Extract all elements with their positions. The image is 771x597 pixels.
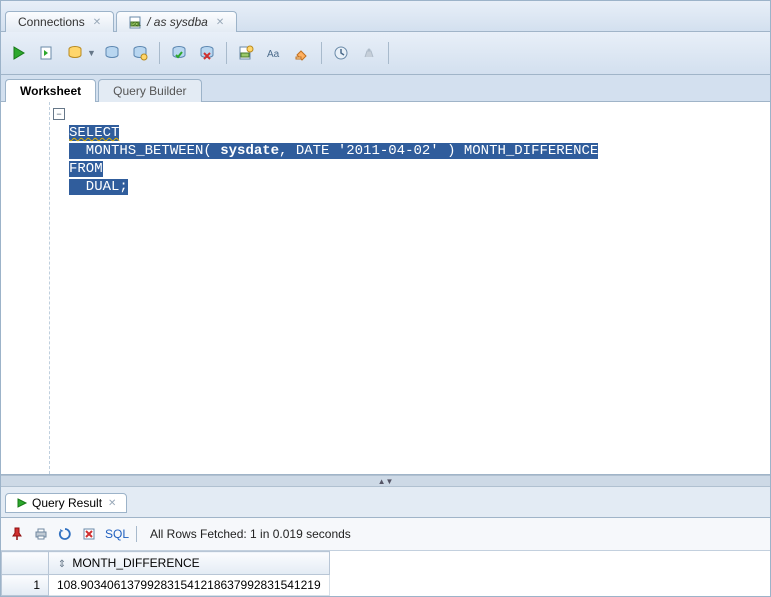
cancel-button[interactable] — [79, 524, 99, 544]
sql-tuning-button[interactable] — [128, 41, 152, 65]
sql-file-icon: SQL — [129, 15, 143, 29]
sql-code: SELECT MONTHS_BETWEEN( sysdate, DATE '20… — [69, 106, 766, 214]
history-button[interactable] — [329, 41, 353, 65]
table-row[interactable]: 1 108.9034061379928315412186379928315412… — [2, 575, 330, 596]
pin-button[interactable] — [7, 524, 27, 544]
row-number-cell: 1 — [2, 575, 49, 596]
sort-icon: ⇕ — [57, 559, 67, 570]
sql-editor[interactable]: − SELECT MONTHS_BETWEEN( sysdate, DATE '… — [1, 102, 770, 475]
toolbar-separator — [226, 42, 227, 64]
tab-worksheet[interactable]: Worksheet — [5, 79, 96, 102]
main-toolbar: ▼ Aa — [1, 32, 770, 75]
tab-label: / as sysdba — [147, 15, 208, 29]
autotrace-button[interactable] — [100, 41, 124, 65]
explain-plan-button[interactable] — [63, 41, 87, 65]
settings-button[interactable] — [357, 41, 381, 65]
toolbar-separator — [136, 526, 137, 542]
app-root: { "tabs": { "connections": { "label": "C… — [0, 0, 771, 597]
close-icon[interactable]: ✕ — [108, 498, 116, 509]
column-label: MONTH_DIFFERENCE — [72, 556, 199, 570]
column-header[interactable]: ⇕ MONTH_DIFFERENCE — [49, 552, 330, 575]
code-line-4: DUAL; — [69, 179, 128, 195]
tab-label: Connections — [18, 15, 85, 29]
close-icon[interactable]: ✕ — [93, 17, 101, 28]
run-script-button[interactable] — [35, 41, 59, 65]
tab-connections[interactable]: Connections ✕ — [5, 11, 114, 32]
top-tab-bar: Connections ✕ SQL / as sysdba ✕ — [1, 1, 770, 32]
tab-label: Query Builder — [113, 84, 186, 98]
commit-button[interactable] — [167, 41, 191, 65]
toolbar-separator — [321, 42, 322, 64]
tab-label: Worksheet — [20, 84, 81, 98]
fetch-status: All Rows Fetched: 1 in 0.019 seconds — [150, 527, 351, 541]
close-icon[interactable]: ✕ — [216, 17, 224, 28]
unshared-worksheet-button[interactable] — [234, 41, 258, 65]
sql-link[interactable]: SQL — [105, 527, 129, 541]
dropdown-arrow-icon[interactable]: ▼ — [87, 48, 96, 58]
editor-gutter — [1, 102, 50, 474]
worksheet-tab-bar: Worksheet Query Builder — [1, 75, 770, 102]
svg-text:Aa: Aa — [267, 49, 280, 60]
svg-text:SQL: SQL — [132, 22, 142, 27]
result-tab-bar: Query Result ✕ — [1, 487, 770, 518]
value-cell: 108.903406137992831541218637992831541219 — [49, 575, 330, 596]
code-line-2: MONTHS_BETWEEN( sysdate, DATE '2011-04-0… — [69, 143, 598, 159]
fold-toggle-icon[interactable]: − — [53, 108, 65, 120]
code-line-1: SELECT — [69, 125, 119, 141]
row-number-header[interactable] — [2, 552, 49, 575]
print-button[interactable] — [31, 524, 51, 544]
uppercase-button[interactable]: Aa — [262, 41, 286, 65]
toolbar-separator — [388, 42, 389, 64]
clear-button[interactable] — [290, 41, 314, 65]
result-grid[interactable]: ⇕ MONTH_DIFFERENCE 1 108.903406137992831… — [1, 551, 770, 596]
tab-session[interactable]: SQL / as sysdba ✕ — [116, 11, 237, 32]
rollback-button[interactable] — [195, 41, 219, 65]
run-button[interactable] — [7, 41, 31, 65]
tab-label: Query Result — [32, 496, 102, 510]
split-handle[interactable]: ▲▼ — [1, 475, 770, 487]
refresh-button[interactable] — [55, 524, 75, 544]
code-line-3: FROM — [69, 161, 103, 177]
toolbar-separator — [159, 42, 160, 64]
result-toolbar: SQL All Rows Fetched: 1 in 0.019 seconds — [1, 518, 770, 551]
tab-query-result[interactable]: Query Result ✕ — [5, 493, 127, 513]
tab-query-builder[interactable]: Query Builder — [98, 79, 201, 102]
